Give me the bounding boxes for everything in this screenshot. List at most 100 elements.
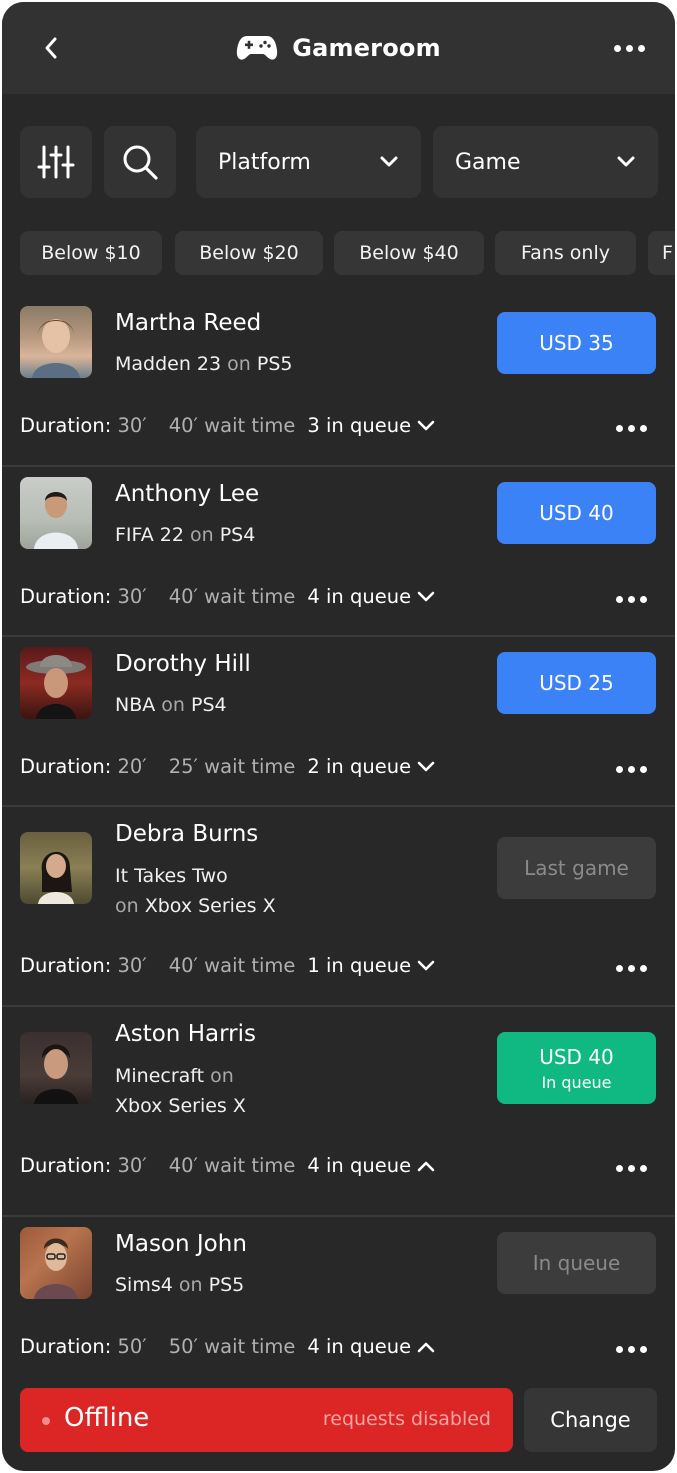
price-button[interactable]: USD 40 In queue <box>497 1032 656 1104</box>
chevron-up-icon <box>417 1342 435 1352</box>
platform-name: PS4 <box>191 694 227 716</box>
game-title: NBA <box>115 694 156 716</box>
more-horizontal-icon <box>615 765 647 773</box>
app-window: Gameroom Platform Game Below $10 Below $… <box>2 2 675 1471</box>
chip-partial[interactable]: F <box>648 231 675 275</box>
platform-name: Xbox Series X <box>144 895 276 917</box>
row-more-button[interactable] <box>613 416 649 440</box>
queue-count: 4 in queue <box>307 1154 412 1177</box>
row-more-button[interactable] <box>613 757 649 781</box>
duration-value: 20′ <box>117 755 147 778</box>
wait-label: wait time <box>204 1335 296 1358</box>
price-label: USD 40 <box>539 1044 614 1069</box>
game-info: NBA on PS4 <box>115 690 227 720</box>
session-meta: Duration: 30′ 40′ wait time 4 in queue <box>20 1154 435 1177</box>
game-dropdown[interactable]: Game <box>433 126 658 198</box>
duration-value: 30′ <box>117 1154 147 1177</box>
queue-toggle[interactable]: 1 in queue <box>307 954 435 977</box>
duration-value: 50′ <box>117 1335 147 1358</box>
divider <box>2 1005 675 1007</box>
queue-toggle[interactable]: 2 in queue <box>307 755 435 778</box>
duration-value: 30′ <box>117 414 147 437</box>
game-info: It Takes Two on Xbox Series X <box>115 861 276 921</box>
price-button[interactable]: In queue <box>497 1232 656 1294</box>
chevron-down-icon <box>417 960 435 970</box>
avatar <box>20 306 92 378</box>
duration-label: Duration: <box>20 1154 112 1177</box>
avatar <box>20 832 92 904</box>
wait-value: 40′ <box>168 1154 198 1177</box>
game-info: Sims4 on PS5 <box>115 1270 244 1300</box>
wait-value: 50′ <box>168 1335 198 1358</box>
wait-value: 40′ <box>168 585 198 608</box>
platform-name: PS4 <box>219 524 256 546</box>
more-horizontal-icon <box>615 424 647 432</box>
queue-toggle[interactable]: 3 in queue <box>307 414 435 437</box>
price-label: USD 25 <box>539 671 614 695</box>
divider <box>2 805 675 807</box>
more-horizontal-icon <box>615 1345 647 1353</box>
chip-fans-only[interactable]: Fans only <box>495 231 636 275</box>
queue-toggle[interactable]: 4 in queue <box>307 1335 435 1358</box>
queue-count: 3 in queue <box>307 414 412 437</box>
duration-label: Duration: <box>20 585 112 608</box>
page-title: Gameroom <box>292 34 441 62</box>
price-status: In queue <box>541 1072 612 1092</box>
on-label: on <box>227 353 251 375</box>
avatar <box>20 1032 92 1104</box>
row-more-button[interactable] <box>613 587 649 611</box>
duration-label: Duration: <box>20 1335 112 1358</box>
sliders-icon <box>37 145 75 179</box>
wait-label: wait time <box>204 585 296 608</box>
search-icon <box>123 145 158 180</box>
queue-count: 4 in queue <box>307 585 412 608</box>
queue-count: 4 in queue <box>307 1335 412 1358</box>
wait-value: 40′ <box>168 954 198 977</box>
on-label: on <box>161 694 185 716</box>
session-meta: Duration: 30′ 40′ wait time 1 in queue <box>20 954 435 977</box>
session-meta: Duration: 30′ 40′ wait time 4 in queue <box>20 585 435 608</box>
game-info: FIFA 22 on PS4 <box>115 520 255 550</box>
filter-settings-button[interactable] <box>20 126 92 198</box>
row-more-button[interactable] <box>613 956 649 980</box>
on-label: on <box>210 1065 234 1087</box>
queue-toggle[interactable]: 4 in queue <box>307 1154 435 1177</box>
chip-below-40[interactable]: Below $40 <box>334 231 484 275</box>
duration-value: 30′ <box>117 954 147 977</box>
game-title: Minecraft <box>115 1065 205 1087</box>
price-button[interactable]: USD 35 <box>497 312 656 374</box>
platform-name: Xbox Series X <box>115 1095 246 1117</box>
price-button[interactable]: Last game <box>497 837 656 899</box>
row-more-button[interactable] <box>613 1156 649 1180</box>
change-status-button[interactable]: Change <box>524 1388 657 1452</box>
row-more-button[interactable] <box>613 1337 649 1361</box>
game-info: Minecraft on Xbox Series X <box>115 1061 246 1121</box>
search-button[interactable] <box>104 126 176 198</box>
chip-below-10[interactable]: Below $10 <box>20 231 162 275</box>
availability-toggle[interactable]: Offline requests disabled <box>20 1388 513 1452</box>
price-label: USD 35 <box>539 331 614 355</box>
player-name: Debra Burns <box>115 821 259 847</box>
duration-value: 30′ <box>117 585 147 608</box>
queue-toggle[interactable]: 4 in queue <box>307 585 435 608</box>
game-title: Madden 23 <box>115 353 222 375</box>
more-options-button[interactable] <box>611 36 647 60</box>
platform-name: PS5 <box>256 353 293 375</box>
chevron-up-icon <box>417 1161 435 1171</box>
platform-name: PS5 <box>208 1274 245 1296</box>
more-horizontal-icon <box>615 1164 647 1172</box>
divider <box>2 465 675 467</box>
more-horizontal-icon <box>615 964 647 972</box>
price-button[interactable]: USD 40 <box>497 482 656 544</box>
price-button[interactable]: USD 25 <box>497 652 656 714</box>
game-dropdown-label: Game <box>455 149 521 175</box>
chip-below-20[interactable]: Below $20 <box>175 231 323 275</box>
price-label: Last game <box>524 856 629 880</box>
platform-dropdown[interactable]: Platform <box>196 126 421 198</box>
avatar <box>20 477 92 549</box>
duration-label: Duration: <box>20 954 112 977</box>
platform-dropdown-label: Platform <box>218 149 311 175</box>
duration-label: Duration: <box>20 755 112 778</box>
duration-label: Duration: <box>20 414 112 437</box>
wait-value: 40′ <box>168 414 198 437</box>
